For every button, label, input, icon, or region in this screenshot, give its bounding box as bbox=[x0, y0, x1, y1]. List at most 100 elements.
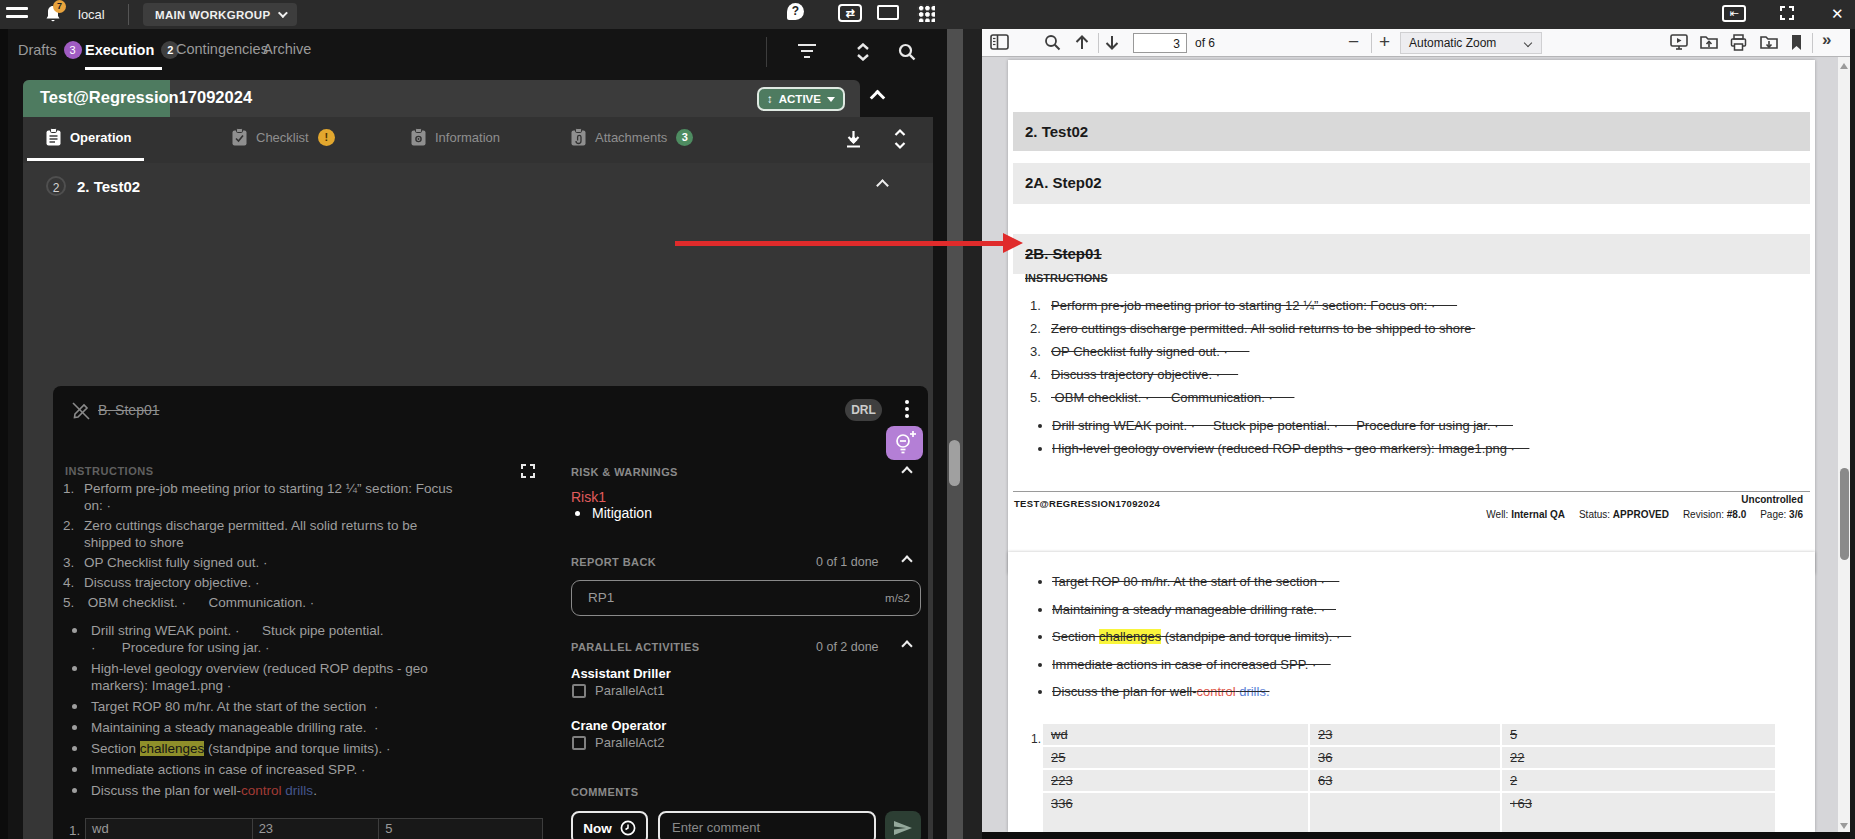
page-up-icon[interactable] bbox=[1074, 34, 1090, 51]
left-window-edge bbox=[0, 29, 8, 839]
zoom-select[interactable]: Automatic Zoom bbox=[1400, 32, 1542, 54]
report-back-input[interactable]: RP1 m/s2 bbox=[571, 580, 921, 616]
hamburger-menu-icon[interactable] bbox=[6, 7, 28, 22]
instructions-numbered-list: Perform pre-job meeting prior to startin… bbox=[63, 480, 463, 611]
swap-workspace-icon[interactable]: ⇄ bbox=[838, 4, 862, 22]
tab-archive[interactable]: Archive bbox=[263, 41, 311, 57]
page-count-label: of 6 bbox=[1195, 36, 1215, 50]
checkbox-icon[interactable] bbox=[572, 736, 586, 750]
right-window-edge bbox=[1850, 29, 1855, 839]
tab-checklist[interactable]: Checklist ! bbox=[232, 128, 335, 146]
zoom-out-icon[interactable]: − bbox=[1348, 31, 1359, 53]
attachments-count-badge: 3 bbox=[676, 129, 693, 146]
parallel-role-1: Assistant Driller bbox=[571, 666, 671, 681]
collapse-report-chevron[interactable] bbox=[903, 557, 911, 565]
table-index: 1. bbox=[69, 823, 80, 838]
more-tools-icon[interactable]: » bbox=[1822, 30, 1831, 50]
window-layout-icon[interactable] bbox=[877, 5, 899, 20]
now-button[interactable]: Now bbox=[571, 811, 648, 839]
pdf-numbered-list: Perform pre-job meeting prior to startin… bbox=[1030, 298, 1800, 413]
save-icon[interactable] bbox=[1760, 34, 1778, 50]
pdf-viewer: 3 of 6 − + Automatic Zoom » bbox=[982, 29, 1850, 839]
status-dropdown[interactable]: ↕ACTIVE bbox=[757, 87, 845, 111]
risk-name[interactable]: Risk1 bbox=[571, 489, 606, 505]
collapse-procedure-chevron[interactable] bbox=[872, 92, 883, 103]
page-down-icon[interactable] bbox=[1104, 34, 1120, 51]
parallel-role-2: Crane Operator bbox=[571, 718, 666, 733]
pdf-search-icon[interactable] bbox=[1044, 34, 1061, 51]
step-role-badge: DRL bbox=[845, 399, 882, 421]
tab-execution[interactable]: Execution2 bbox=[85, 41, 179, 59]
sort-icon[interactable] bbox=[855, 43, 871, 61]
expand-instructions-icon[interactable] bbox=[521, 464, 535, 478]
step-menu-icon[interactable] bbox=[904, 397, 910, 421]
pdf-heading-1: 2. Test02 bbox=[1013, 112, 1810, 151]
report-back-label: REPORT BACK bbox=[571, 556, 656, 568]
scroll-up-arrow[interactable] bbox=[1840, 63, 1848, 69]
tab-information[interactable]: Information bbox=[411, 128, 500, 146]
instructions-label: INSTRUCTIONS bbox=[65, 465, 154, 477]
page-number-input[interactable]: 3 bbox=[1133, 33, 1187, 53]
report-back-progress: 0 of 1 done bbox=[816, 555, 879, 569]
print-icon[interactable] bbox=[1730, 34, 1747, 51]
procedure-header: Test@Regression17092024 ↕ACTIVE bbox=[23, 80, 860, 117]
panel-scrollbar[interactable] bbox=[947, 29, 963, 839]
tab-operation[interactable]: Operation bbox=[46, 128, 131, 146]
tab-attachments[interactable]: Attachments 3 bbox=[571, 128, 693, 146]
unfold-icon[interactable] bbox=[893, 128, 907, 150]
panel-gap bbox=[963, 29, 982, 839]
filter-icon[interactable] bbox=[797, 43, 817, 59]
close-icon[interactable]: ✕ bbox=[1831, 4, 1844, 24]
checkbox-icon[interactable] bbox=[572, 684, 586, 698]
main-tabs-row: Drafts3 Execution2 Contingencies Archive bbox=[0, 29, 946, 75]
open-file-icon[interactable] bbox=[1700, 34, 1718, 50]
help-icon[interactable]: ? bbox=[787, 3, 804, 20]
parallel-progress: 0 of 2 done bbox=[816, 640, 879, 654]
step-card: B. Step01 DRL INSTRUCTIONS Perform pre-j… bbox=[53, 386, 928, 839]
comments-label: COMMENTS bbox=[571, 786, 638, 798]
document-tabs: Operation Checklist ! Information Attach… bbox=[23, 117, 933, 163]
fullscreen-icon[interactable] bbox=[1780, 6, 1794, 20]
collapse-section-chevron[interactable] bbox=[878, 181, 887, 190]
toggle-sidebar-icon[interactable] bbox=[990, 34, 1009, 50]
pdf-heading-3: 2B. Step01 bbox=[1013, 234, 1810, 274]
panel-scrollbar-thumb[interactable] bbox=[949, 440, 960, 486]
pdf-page-4: Target ROP 80 m/hr. At the start of the … bbox=[1008, 552, 1815, 832]
scroll-down-arrow[interactable] bbox=[1840, 823, 1848, 829]
chevron-down-icon bbox=[278, 8, 288, 18]
topbar-divider bbox=[128, 4, 129, 25]
report-back-value: RP1 bbox=[588, 590, 614, 605]
chevron-down-icon bbox=[1524, 39, 1532, 47]
collapse-parallel-chevron[interactable] bbox=[903, 642, 911, 650]
bookmark-icon[interactable] bbox=[1790, 34, 1803, 51]
screen: 7 local MAIN WORKGROUP ? ⇄ ⇤ ✕ Drafts3 E… bbox=[0, 0, 1855, 839]
parallel-activity-1[interactable]: ParallelAct1 bbox=[572, 683, 664, 698]
risk-warnings-label: RISK & WARNINGS bbox=[571, 466, 678, 478]
dock-panel-icon[interactable]: ⇤ bbox=[1722, 5, 1746, 22]
active-doc-tab-underline bbox=[27, 158, 144, 161]
send-comment-button[interactable] bbox=[885, 811, 921, 839]
search-icon[interactable] bbox=[898, 43, 916, 61]
section-number-badge: 2 bbox=[46, 176, 66, 196]
download-icon[interactable] bbox=[845, 130, 862, 149]
workgroup-selector[interactable]: MAIN WORKGROUP bbox=[143, 3, 297, 26]
presentation-mode-icon[interactable] bbox=[1670, 34, 1688, 50]
comment-input[interactable]: Enter comment bbox=[658, 811, 876, 839]
pdf-bullet-list: Drill string WEAK point. · Stuck pipe po… bbox=[1030, 418, 1800, 464]
no-edit-icon bbox=[71, 401, 93, 421]
zoom-in-icon[interactable]: + bbox=[1379, 31, 1390, 53]
tab-drafts[interactable]: Drafts3 bbox=[18, 41, 82, 59]
insights-button[interactable] bbox=[886, 426, 923, 460]
bottom-edge bbox=[982, 832, 1850, 839]
section-container: 2 2. Test02 B. Step01 DRL INSTRUCTIONS P… bbox=[23, 163, 933, 839]
drafts-count-badge: 3 bbox=[64, 41, 82, 59]
pdf-scrollbar[interactable] bbox=[1838, 57, 1850, 839]
tab-contingencies[interactable]: Contingencies bbox=[176, 41, 268, 57]
pdf-scrollbar-thumb[interactable] bbox=[1840, 468, 1849, 560]
pdf-footer-uncontrolled: Uncontrolled bbox=[1741, 494, 1803, 505]
collapse-risk-chevron[interactable] bbox=[903, 468, 911, 476]
apps-grid-icon[interactable] bbox=[917, 4, 935, 22]
parallel-activity-2[interactable]: ParallelAct2 bbox=[572, 735, 664, 750]
notifications-count-badge: 7 bbox=[53, 0, 66, 13]
checklist-alert-badge: ! bbox=[318, 129, 335, 146]
